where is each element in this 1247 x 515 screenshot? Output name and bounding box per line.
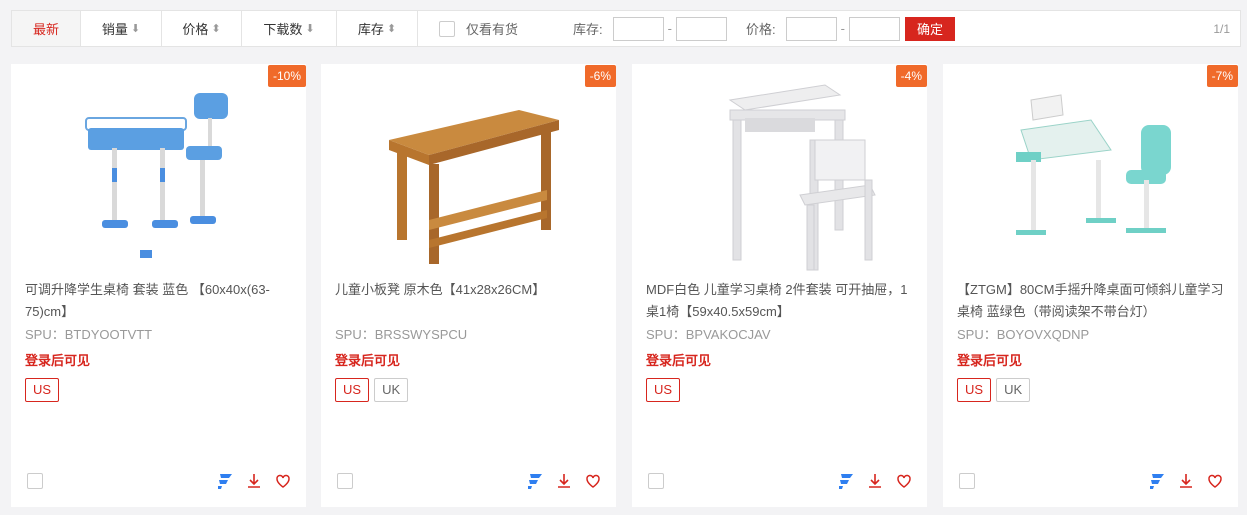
product-image[interactable] xyxy=(321,80,616,280)
instock-label: 仅看有货 xyxy=(466,22,519,37)
instock-filter[interactable]: 仅看有货 xyxy=(439,19,518,38)
select-checkbox[interactable] xyxy=(648,473,664,489)
heart-icon[interactable] xyxy=(274,472,292,495)
range-dash: - xyxy=(667,21,672,36)
page-indicator: 1/1 xyxy=(1213,21,1230,36)
sort-sales[interactable]: 销量 ⬇ xyxy=(81,11,162,46)
product-title[interactable]: 儿童小板凳 原木色【41x28x26CM】 xyxy=(335,279,605,301)
login-to-view-price[interactable]: 登录后可见 xyxy=(335,350,400,369)
product-card[interactable]: -10% 可调升降学生桌椅 套装 蓝色 【60x40x(63-75)cm】 SP… xyxy=(11,64,306,507)
product-image[interactable] xyxy=(632,80,927,280)
instock-checkbox[interactable] xyxy=(439,20,455,37)
product-card[interactable]: -6% 儿童小板凳 原木色【41x28x26CM】 SPU：BRSSWYSPCU… xyxy=(321,64,616,507)
sort-label: 销量 xyxy=(101,22,128,37)
store-icon[interactable] xyxy=(1148,472,1166,495)
region-tags: US UK xyxy=(335,378,413,402)
product-title[interactable]: MDF白色 儿童学习桌椅 2件套装 可开抽屉，1桌1椅【59x40.5x59cm… xyxy=(646,279,916,323)
confirm-button[interactable]: 确定 xyxy=(904,16,955,41)
product-title[interactable]: 可调升降学生桌椅 套装 蓝色 【60x40x(63-75)cm】 xyxy=(25,279,295,323)
sort-updown-icon: ⬍ xyxy=(386,23,397,35)
region-tag-us: US xyxy=(646,378,681,402)
filter-toolbar: 最新 销量 ⬇ 价格 ⬍ 下载数 ⬇ 库存 ⬍ 仅看有货 库存: - 价格: -… xyxy=(11,10,1241,47)
sort-down-icon: ⬇ xyxy=(305,23,315,35)
store-icon[interactable] xyxy=(837,472,855,495)
region-tags: US xyxy=(646,378,685,402)
download-icon[interactable] xyxy=(245,472,263,495)
sort-price[interactable]: 价格 ⬍ xyxy=(162,11,242,46)
region-tag-uk: UK xyxy=(996,378,1031,402)
range-dash: - xyxy=(840,21,845,36)
card-actions xyxy=(1137,472,1224,495)
sort-down-icon: ⬇ xyxy=(130,23,141,35)
price-min-input[interactable] xyxy=(785,16,837,41)
download-icon[interactable] xyxy=(555,472,573,495)
select-checkbox[interactable] xyxy=(959,473,975,489)
download-icon[interactable] xyxy=(1177,472,1195,495)
login-to-view-price[interactable]: 登录后可见 xyxy=(957,350,1022,369)
store-icon[interactable] xyxy=(216,472,234,495)
region-tag-us: US xyxy=(335,378,370,402)
stock-min-input[interactable] xyxy=(612,16,664,41)
product-image[interactable] xyxy=(11,80,306,280)
login-to-view-price[interactable]: 登录后可见 xyxy=(646,350,711,369)
card-actions xyxy=(515,472,602,495)
product-card[interactable]: -4% MDF白色 儿童学习桌椅 2件套装 可开抽屉，1桌1椅【59x40.5x… xyxy=(632,64,927,507)
sort-stock[interactable]: 库存 ⬍ xyxy=(337,11,418,46)
product-spu: SPU：BRSSWYSPCU xyxy=(335,327,468,342)
login-to-view-price[interactable]: 登录后可见 xyxy=(25,350,90,369)
stock-max-input[interactable] xyxy=(675,16,727,41)
product-spu: SPU：BOYOVXQDNP xyxy=(957,327,1090,342)
sort-updown-icon: ⬍ xyxy=(211,23,221,35)
region-tag-us: US xyxy=(25,378,60,402)
region-tag-us: US xyxy=(957,378,992,402)
card-actions xyxy=(826,472,913,495)
download-icon[interactable] xyxy=(866,472,884,495)
sort-label: 价格 xyxy=(182,22,209,37)
product-spu: SPU：BPVAKOCJAV xyxy=(646,327,771,342)
card-actions xyxy=(205,472,292,495)
sort-label: 最新 xyxy=(32,22,59,37)
price-range-label: 价格: xyxy=(745,22,776,37)
sort-newest[interactable]: 最新 xyxy=(12,11,81,46)
store-icon[interactable] xyxy=(526,472,544,495)
heart-icon[interactable] xyxy=(895,472,913,495)
region-tags: US xyxy=(25,378,64,402)
select-checkbox[interactable] xyxy=(337,473,353,489)
region-tags: US UK xyxy=(957,378,1035,402)
region-tag-uk: UK xyxy=(374,378,409,402)
product-card[interactable]: -7% 【ZTGM】80CM手摇升降桌面可倾斜儿童学习桌椅 蓝绿色（带阅读架不带… xyxy=(943,64,1238,507)
product-image[interactable] xyxy=(943,80,1238,280)
product-title[interactable]: 【ZTGM】80CM手摇升降桌面可倾斜儿童学习桌椅 蓝绿色（带阅读架不带台灯） xyxy=(957,279,1227,323)
heart-icon[interactable] xyxy=(1206,472,1224,495)
sort-label: 库存 xyxy=(357,22,384,37)
price-max-input[interactable] xyxy=(848,16,900,41)
sort-downloads[interactable]: 下载数 ⬇ xyxy=(242,11,337,46)
product-spu: SPU：BTDYOOTVTT xyxy=(25,327,153,342)
select-checkbox[interactable] xyxy=(27,473,43,489)
sort-label: 下载数 xyxy=(263,22,303,37)
stock-range-label: 库存: xyxy=(573,22,603,37)
heart-icon[interactable] xyxy=(584,472,602,495)
